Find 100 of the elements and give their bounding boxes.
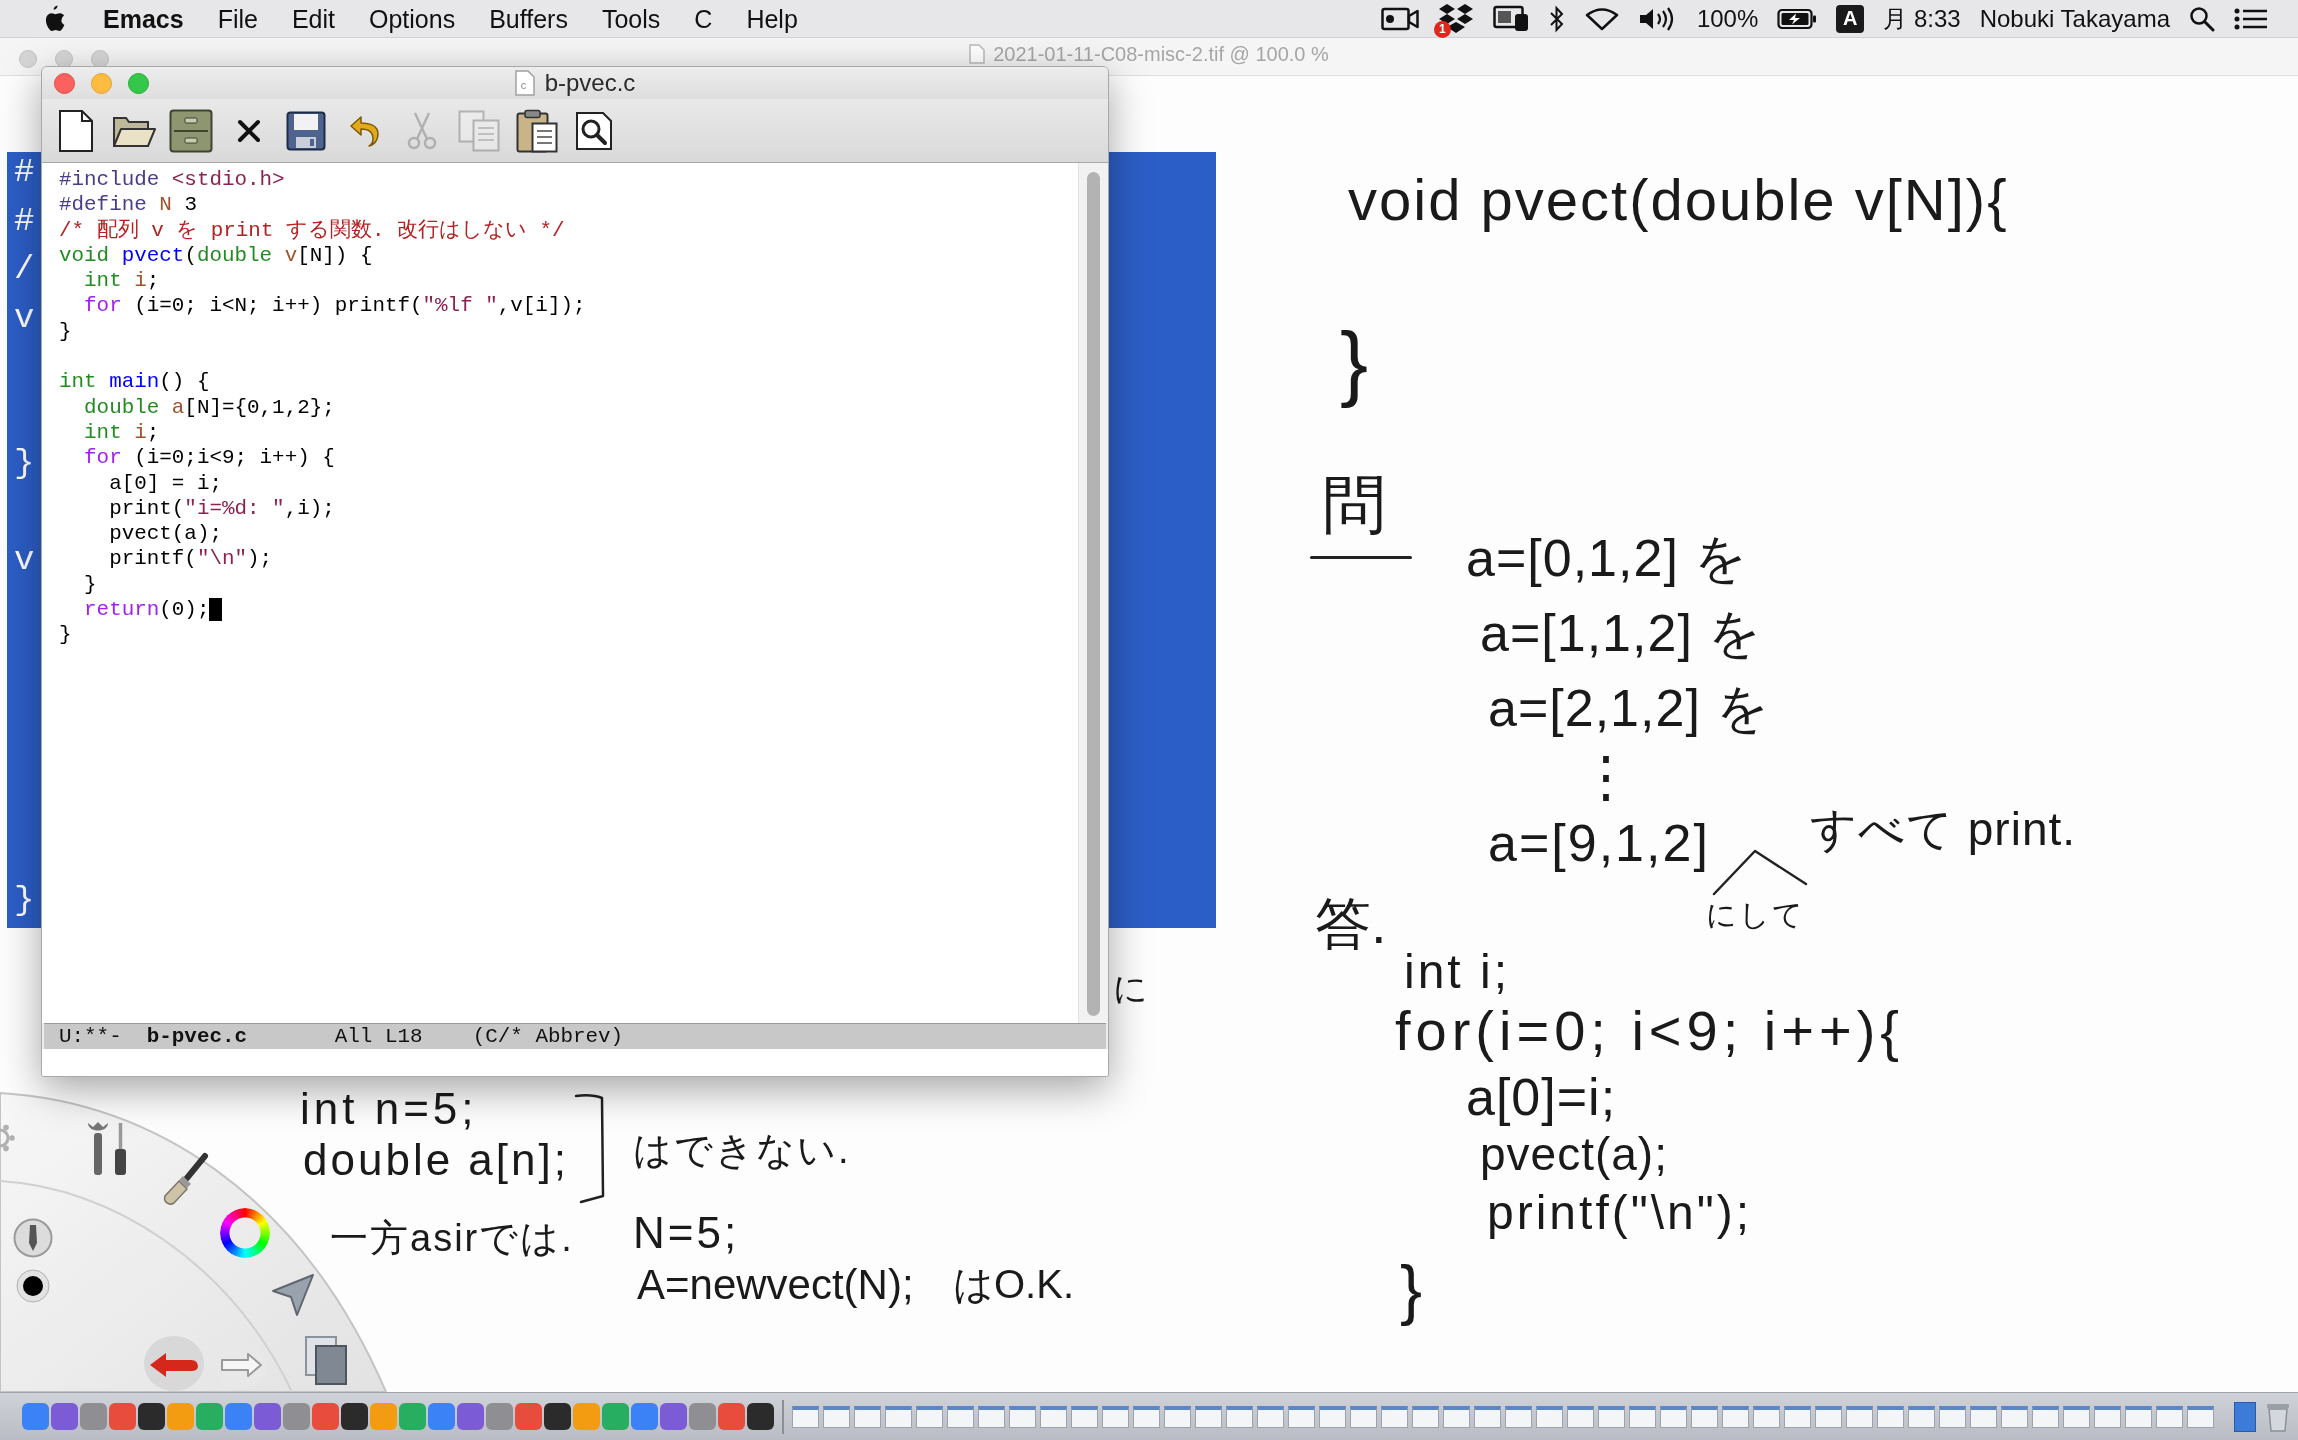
pen-icon[interactable]	[13, 1218, 53, 1258]
pages-icon[interactable]	[304, 1335, 348, 1386]
code-line: printf("\n");	[109, 546, 273, 572]
document-thumbnail-icon[interactable]	[1877, 1405, 1904, 1428]
handwritten-text: printf("\n");	[1487, 1187, 1753, 1240]
app-icon[interactable]	[138, 1403, 165, 1430]
notification-badge: 1	[1433, 20, 1451, 38]
document-thumbnail-icon[interactable]	[1009, 1405, 1036, 1428]
code-editor[interactable]	[42, 163, 1108, 1023]
app-menu[interactable]: Emacs	[103, 3, 184, 34]
document-thumbnail-icon[interactable]	[1536, 1405, 1563, 1428]
handwritten-text: }	[1340, 316, 1369, 409]
document-thumbnail-icon[interactable]	[1846, 1405, 1873, 1428]
document-thumbnail-icon[interactable]	[1908, 1405, 1935, 1428]
document-thumbnail-icon[interactable]	[916, 1405, 943, 1428]
document-thumbnail-icon[interactable]	[854, 1405, 881, 1428]
code-line: #include <stdio.h>	[59, 167, 285, 193]
search-icon[interactable]	[2189, 5, 2215, 32]
document-thumbnail-icon[interactable]	[947, 1405, 974, 1428]
input-source-indicator[interactable]: A	[1836, 4, 1865, 33]
document-thumbnail-icon[interactable]	[1660, 1405, 1687, 1428]
menu-item[interactable]: Help	[746, 3, 798, 34]
menu-item[interactable]: File	[217, 3, 258, 34]
paintbrush-icon[interactable]	[161, 1152, 209, 1207]
code-line: int i;	[84, 419, 160, 446]
document-thumbnail-icon[interactable]	[2032, 1405, 2059, 1428]
document-thumbnail-icon[interactable]	[1505, 1405, 1532, 1428]
document-thumbnail-icon[interactable]	[1939, 1405, 1966, 1428]
document-thumbnail-icon[interactable]	[978, 1405, 1005, 1428]
document-thumbnail-icon[interactable]	[1133, 1405, 1160, 1428]
document-thumbnail-icon[interactable]	[1567, 1405, 1594, 1428]
undo-icon[interactable]	[143, 1335, 205, 1392]
document-thumbnail-icon[interactable]	[1722, 1405, 1749, 1428]
battery-percentage[interactable]: 100%	[1696, 3, 1759, 34]
scrollbar-track[interactable]	[1078, 163, 1108, 1023]
handwritten-text: A=newvect(N);	[637, 1262, 914, 1309]
document-thumbnail-icon[interactable]	[1784, 1405, 1811, 1428]
window-close-button[interactable]	[54, 72, 75, 94]
document-thumbnail-icon[interactable]	[1970, 1405, 1997, 1428]
document-thumbnail-icon[interactable]	[1815, 1405, 1842, 1428]
document-thumbnail-icon[interactable]	[2187, 1405, 2214, 1428]
document-thumbnail-icon[interactable]	[1102, 1405, 1129, 1428]
major-mode: (C/* Abbrev)	[472, 1025, 624, 1048]
document-thumbnail-icon[interactable]	[1474, 1405, 1501, 1428]
scrollbar-thumb[interactable]	[1087, 172, 1100, 1016]
document-thumbnail-icon[interactable]	[1350, 1405, 1377, 1428]
document-thumbnail-icon[interactable]	[792, 1405, 819, 1428]
document-thumbnail-icon[interactable]	[1319, 1405, 1346, 1428]
menu-item[interactable]: C	[694, 3, 713, 34]
code-line: void pvect(double v[N]) {	[59, 242, 373, 269]
file-cabinet-icon	[169, 108, 214, 153]
document-thumbnail-icon[interactable]	[2125, 1405, 2152, 1428]
document-thumbnail-icon[interactable]	[1381, 1405, 1408, 1428]
trash-icon[interactable]	[2266, 1401, 2290, 1432]
close-icon	[236, 118, 261, 143]
document-thumbnail-icon[interactable]	[2063, 1405, 2090, 1428]
document-thumbnail-icon[interactable]	[2156, 1405, 2183, 1428]
document-thumbnail-icon[interactable]	[885, 1405, 912, 1428]
app-icon[interactable]	[747, 1403, 774, 1430]
window-minimize-button[interactable]	[91, 72, 112, 94]
document-thumbnail-icon[interactable]	[1629, 1405, 1656, 1428]
document-thumbnail-icon[interactable]	[1753, 1405, 1780, 1428]
document-thumbnail-icon[interactable]	[1443, 1405, 1470, 1428]
document-thumbnail-icon[interactable]	[1164, 1405, 1191, 1428]
display-drive-icon[interactable]	[1492, 3, 1529, 34]
window-title: 2021-01-11-C08-misc-2.tif @ 100.0 %	[993, 43, 1329, 65]
arrow-pointer-icon[interactable]	[271, 1273, 315, 1317]
menu-item[interactable]: Edit	[291, 3, 335, 34]
document-thumbnail-icon[interactable]	[2001, 1405, 2028, 1428]
document-thumbnail-icon[interactable]	[823, 1405, 850, 1428]
list-icon[interactable]	[2234, 6, 2268, 31]
document-thumbnail-icon[interactable]	[1412, 1405, 1439, 1428]
handwritten-text: a=[9,1,2]	[1488, 815, 1710, 873]
menu-item[interactable]: Tools	[601, 3, 661, 34]
app-icon[interactable]	[544, 1403, 571, 1430]
document-thumbnail-icon[interactable]	[2094, 1405, 2121, 1428]
user-name[interactable]: Nobuki Takayama	[1979, 3, 2170, 34]
document-thumbnail-icon[interactable]	[1040, 1405, 1067, 1428]
menu-item[interactable]: Buffers	[489, 3, 568, 34]
document-thumbnail-icon[interactable]	[1257, 1405, 1284, 1428]
document-thumbnail-icon[interactable]	[1226, 1405, 1253, 1428]
code-line: print("i=%d: ",i);	[109, 495, 335, 522]
document-thumbnail-icon[interactable]	[1288, 1405, 1315, 1428]
document-thumbnail-icon[interactable]	[1691, 1405, 1718, 1428]
open-box-icon[interactable]	[1437, 2, 1474, 35]
bluetooth-icon[interactable]	[1547, 4, 1566, 33]
app-icon[interactable]	[341, 1403, 368, 1430]
menu-item[interactable]: Options	[369, 3, 456, 34]
window-zoom-button[interactable]	[128, 72, 149, 94]
document-thumbnail-icon[interactable]	[1195, 1405, 1222, 1428]
battery-charging-icon[interactable]	[1777, 7, 1818, 30]
document-thumbnail-icon[interactable]	[1071, 1405, 1098, 1428]
document-thumbnail-icon[interactable]	[1598, 1405, 1625, 1428]
slide-text: }	[14, 443, 35, 483]
folder-icon[interactable]	[2234, 1401, 2256, 1432]
ink-dot-icon[interactable]	[16, 1269, 50, 1303]
video-camera-icon[interactable]	[1380, 5, 1419, 32]
clock[interactable]: 月 8:33	[1883, 3, 1961, 34]
handwritten-text: pvect(a);	[1480, 1129, 1668, 1180]
wifi-icon[interactable]	[1584, 6, 1619, 31]
